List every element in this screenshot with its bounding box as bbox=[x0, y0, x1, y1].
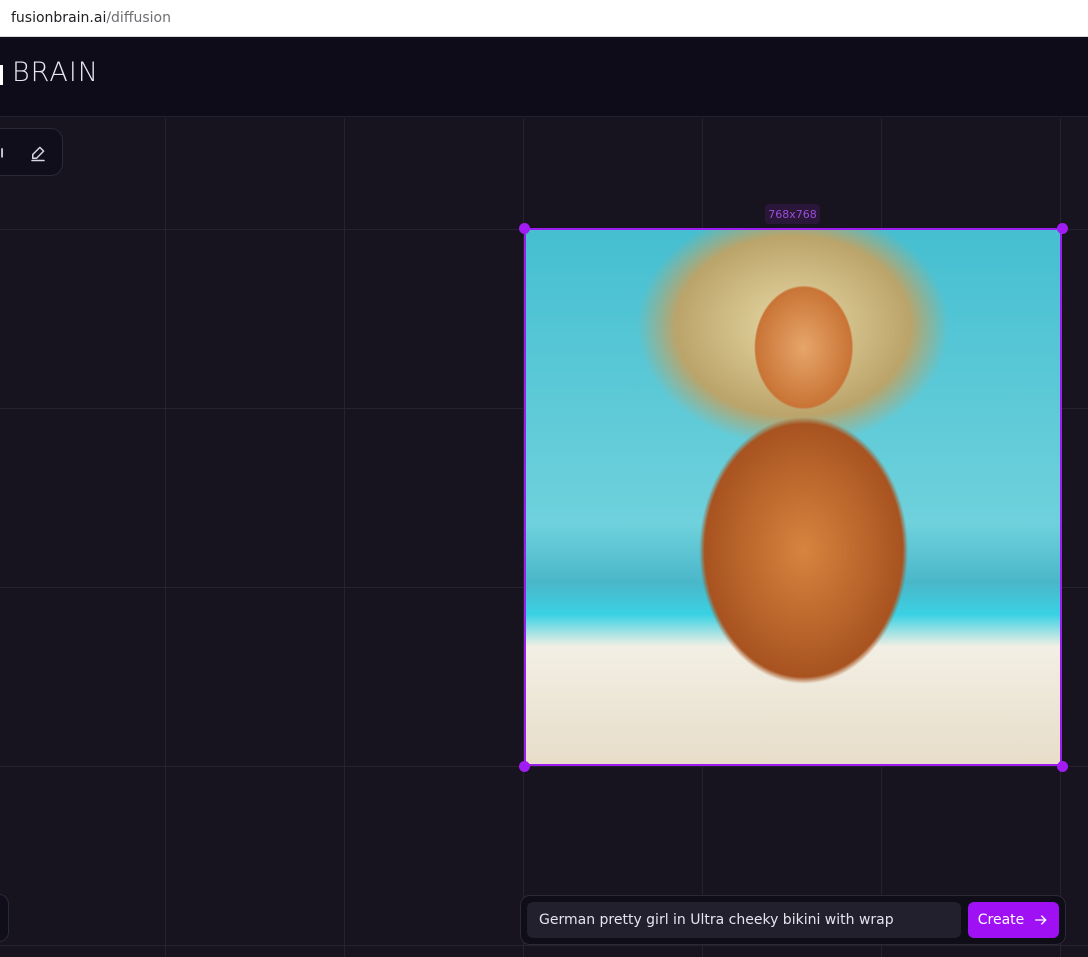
logo-mark bbox=[0, 65, 3, 85]
url-host: fusionbrain.ai bbox=[11, 10, 107, 26]
resize-handle-bottom-left[interactable] bbox=[519, 761, 530, 772]
generated-image bbox=[526, 230, 1060, 764]
resize-handle-bottom-right[interactable] bbox=[1057, 761, 1068, 772]
prompt-input[interactable] bbox=[527, 902, 961, 938]
arrow-right-icon bbox=[1035, 915, 1047, 925]
image-size-badge: 768x768 bbox=[765, 204, 820, 224]
resize-handle-top-left[interactable] bbox=[519, 223, 530, 234]
browser-address-bar[interactable]: fusionbrain.ai/diffusion bbox=[0, 0, 1088, 37]
url-path: /diffusion bbox=[106, 10, 171, 26]
eraser-icon bbox=[31, 146, 45, 162]
tool-icon-partial[interactable]: ▮ bbox=[0, 145, 3, 159]
resize-handle-top-right[interactable] bbox=[1057, 223, 1068, 234]
create-button[interactable]: Create bbox=[968, 902, 1059, 938]
app-header bbox=[0, 37, 1088, 117]
eraser-button[interactable] bbox=[26, 141, 50, 165]
generated-image-frame[interactable] bbox=[524, 228, 1062, 766]
create-button-label: Create bbox=[977, 912, 1025, 928]
logo-text: BRAIN bbox=[12, 57, 99, 88]
bottom-left-panel[interactable] bbox=[0, 894, 9, 942]
